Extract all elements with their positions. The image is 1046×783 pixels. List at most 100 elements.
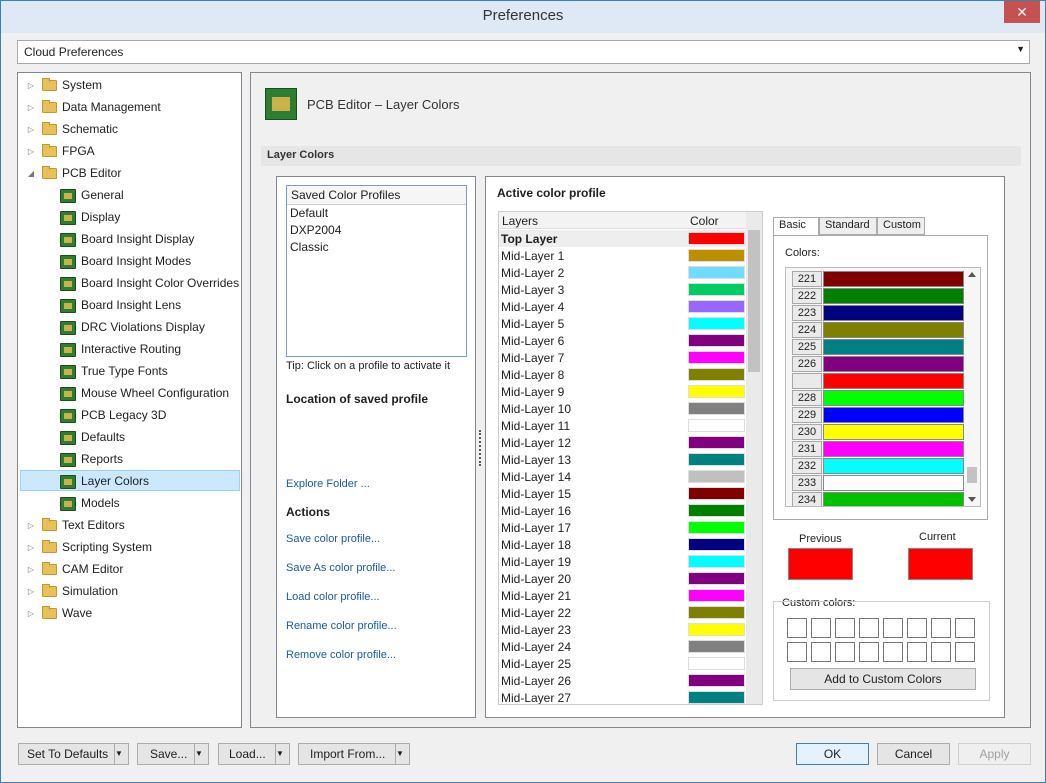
- color-row[interactable]: 224: [792, 322, 964, 339]
- layer-color-swatch[interactable]: [688, 368, 745, 381]
- expand-icon[interactable]: ▷: [26, 581, 36, 602]
- tree-item-system[interactable]: ▷ System: [18, 75, 240, 96]
- color-row[interactable]: 222: [792, 288, 964, 305]
- tree-item-board-insight-color-overrides[interactable]: Board Insight Color Overrides: [18, 273, 240, 294]
- tree-item-models[interactable]: Models: [18, 493, 240, 514]
- layer-color-swatch[interactable]: [688, 283, 745, 296]
- tree-item-wave[interactable]: ▷ Wave: [18, 603, 240, 624]
- color-row[interactable]: 225: [792, 339, 964, 356]
- layer-color-swatch[interactable]: [688, 538, 745, 551]
- custom-color-cell[interactable]: [835, 642, 855, 662]
- tree-item-scripting-system[interactable]: ▷ Scripting System: [18, 537, 240, 558]
- tree-item-layer-colors[interactable]: Layer Colors: [18, 471, 240, 492]
- tree-item-pcb-legacy-3d[interactable]: PCB Legacy 3D: [18, 405, 240, 426]
- layer-row[interactable]: Mid-Layer 3: [499, 281, 748, 298]
- custom-color-cell[interactable]: [883, 642, 903, 662]
- layer-row[interactable]: Mid-Layer 10: [499, 400, 748, 417]
- chevron-down-icon[interactable]: ▼: [395, 744, 409, 764]
- layers-scroll-thumb[interactable]: [748, 230, 760, 372]
- tree-item-interactive-routing[interactable]: Interactive Routing: [18, 339, 240, 360]
- layer-row[interactable]: Mid-Layer 12: [499, 434, 748, 451]
- profile-item[interactable]: Default: [287, 205, 466, 222]
- layer-color-swatch[interactable]: [688, 657, 745, 670]
- chevron-down-icon[interactable]: ▼: [194, 744, 208, 764]
- color-bar[interactable]: [823, 458, 964, 474]
- layer-row[interactable]: Mid-Layer 23: [499, 621, 748, 638]
- color-bar[interactable]: [823, 390, 964, 406]
- ok-button[interactable]: OK: [796, 743, 869, 765]
- tab-basic[interactable]: Basic: [773, 217, 819, 236]
- color-bar[interactable]: [823, 407, 964, 423]
- layer-color-swatch[interactable]: [688, 521, 745, 534]
- layer-color-swatch[interactable]: [688, 300, 745, 313]
- tree-item-defaults[interactable]: Defaults: [18, 427, 240, 448]
- action-link[interactable]: Save color profile...: [286, 533, 380, 545]
- color-bar[interactable]: [823, 373, 964, 389]
- chevron-down-icon[interactable]: ▼: [114, 744, 128, 764]
- layer-color-swatch[interactable]: [688, 232, 745, 245]
- tree-item-general[interactable]: General: [18, 185, 240, 206]
- layer-row[interactable]: Mid-Layer 9: [499, 383, 748, 400]
- layer-row[interactable]: Mid-Layer 5: [499, 315, 748, 332]
- layer-row[interactable]: Top Layer: [499, 230, 748, 247]
- save-button[interactable]: Save... ▼: [137, 743, 209, 765]
- custom-color-cell[interactable]: [811, 618, 831, 638]
- layer-row[interactable]: Mid-Layer 14: [499, 468, 748, 485]
- layer-row[interactable]: Mid-Layer 18: [499, 536, 748, 553]
- layer-color-swatch[interactable]: [688, 504, 745, 517]
- custom-color-cell[interactable]: [955, 618, 975, 638]
- tree-item-reports[interactable]: Reports: [18, 449, 240, 470]
- colors-scrollbar[interactable]: [966, 269, 978, 505]
- color-column-header[interactable]: Color: [690, 214, 719, 228]
- tree-item-fpga[interactable]: ▷ FPGA: [18, 141, 240, 162]
- close-button[interactable]: ✕: [1004, 1, 1040, 23]
- layer-color-swatch[interactable]: [688, 402, 745, 415]
- layer-color-swatch[interactable]: [688, 487, 745, 500]
- color-row[interactable]: 234: [792, 492, 964, 506]
- layer-row[interactable]: Mid-Layer 7: [499, 349, 748, 366]
- color-row[interactable]: 221: [792, 271, 964, 288]
- explore-folder-link[interactable]: Explore Folder ...: [286, 478, 370, 490]
- expand-icon[interactable]: ▷: [26, 515, 36, 536]
- tree-item-cam-editor[interactable]: ▷ CAM Editor: [18, 559, 240, 580]
- layers-column-header[interactable]: Layers: [502, 214, 538, 228]
- layer-row[interactable]: Mid-Layer 24: [499, 638, 748, 655]
- layers-scrollbar[interactable]: [746, 212, 762, 704]
- layer-color-swatch[interactable]: [688, 589, 745, 602]
- tree-item-text-editors[interactable]: ▷ Text Editors: [18, 515, 240, 536]
- layer-color-swatch[interactable]: [688, 453, 745, 466]
- color-bar[interactable]: [823, 475, 964, 491]
- color-row[interactable]: 223: [792, 305, 964, 322]
- tree-item-drc-violations-display[interactable]: DRC Violations Display: [18, 317, 240, 338]
- layer-row[interactable]: Mid-Layer 4: [499, 298, 748, 315]
- tree-item-display[interactable]: Display: [18, 207, 240, 228]
- custom-color-cell[interactable]: [907, 618, 927, 638]
- layer-row[interactable]: Mid-Layer 15: [499, 485, 748, 502]
- tab-custom[interactable]: Custom: [877, 217, 925, 235]
- layer-row[interactable]: Mid-Layer 27: [499, 689, 748, 704]
- layer-row[interactable]: Mid-Layer 13: [499, 451, 748, 468]
- custom-color-cell[interactable]: [811, 642, 831, 662]
- expand-icon[interactable]: ▷: [26, 141, 36, 162]
- layer-color-swatch[interactable]: [688, 249, 745, 262]
- cancel-button[interactable]: Cancel: [877, 743, 950, 765]
- color-bar[interactable]: [823, 288, 964, 304]
- layer-row[interactable]: Mid-Layer 22: [499, 604, 748, 621]
- tree-item-simulation[interactable]: ▷ Simulation: [18, 581, 240, 602]
- color-bar[interactable]: [823, 305, 964, 321]
- set-to-defaults-button[interactable]: Set To Defaults ▼: [18, 743, 129, 765]
- color-row[interactable]: 226: [792, 356, 964, 373]
- tree-item-schematic[interactable]: ▷ Schematic: [18, 119, 240, 140]
- layer-color-swatch[interactable]: [688, 606, 745, 619]
- layer-color-swatch[interactable]: [688, 351, 745, 364]
- layer-color-swatch[interactable]: [688, 436, 745, 449]
- layer-color-swatch[interactable]: [688, 691, 745, 704]
- expand-icon[interactable]: ▷: [26, 537, 36, 558]
- layer-row[interactable]: Mid-Layer 25: [499, 655, 748, 672]
- layer-row[interactable]: Mid-Layer 8: [499, 366, 748, 383]
- custom-color-cell[interactable]: [931, 618, 951, 638]
- layer-color-swatch[interactable]: [688, 623, 745, 636]
- custom-color-cell[interactable]: [883, 618, 903, 638]
- layer-color-swatch[interactable]: [688, 385, 745, 398]
- tree-item-mouse-wheel-configuration[interactable]: Mouse Wheel Configuration: [18, 383, 240, 404]
